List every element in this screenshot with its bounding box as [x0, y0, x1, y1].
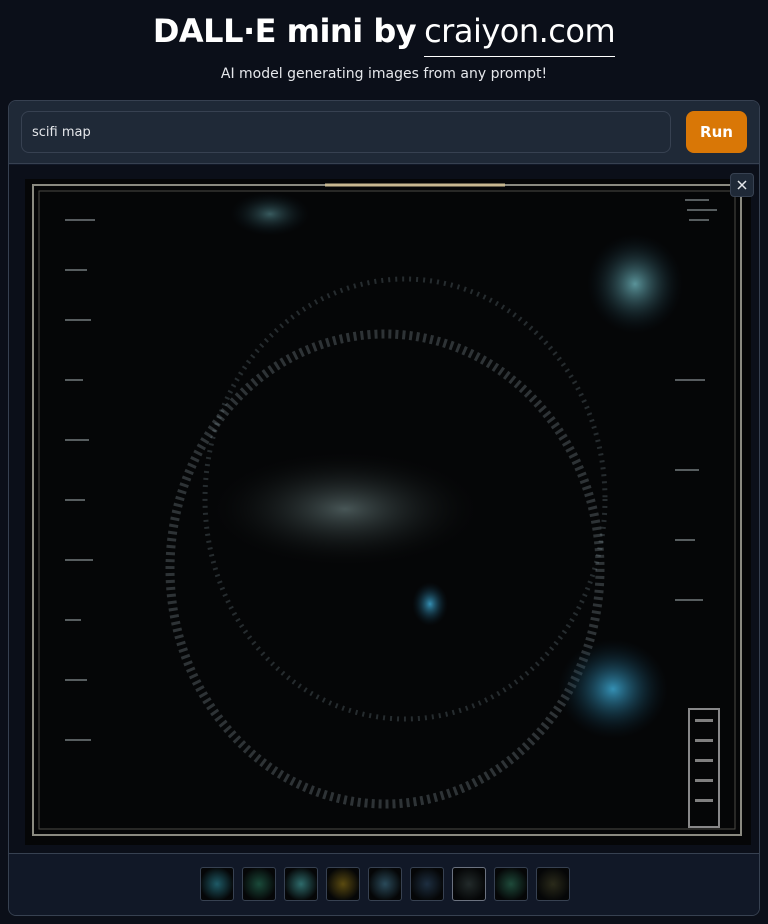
generated-image [25, 179, 751, 845]
gallery-thumbnail[interactable] [494, 867, 528, 901]
gallery-thumbnail[interactable] [368, 867, 402, 901]
generator-panel: Run [8, 100, 760, 916]
app-title: DALL·E mini by craiyon.com [0, 12, 768, 57]
prompt-row: Run [9, 101, 759, 164]
gallery-thumbnail[interactable] [200, 867, 234, 901]
craiyon-link[interactable]: craiyon.com [424, 12, 616, 57]
prompt-input[interactable] [21, 111, 671, 153]
image-gallery [9, 165, 759, 853]
close-icon [737, 180, 747, 190]
gallery-thumbnail[interactable] [536, 867, 570, 901]
close-gallery-button[interactable] [730, 173, 754, 197]
gallery-thumbnail[interactable] [410, 867, 444, 901]
gallery-thumbnail[interactable] [284, 867, 318, 901]
app-subtitle: AI model generating images from any prom… [220, 66, 548, 82]
app-title-text: DALL·E mini by [152, 12, 417, 50]
thumbnail-strip [9, 853, 759, 915]
gallery-thumbnail[interactable] [242, 867, 276, 901]
gallery-thumbnail[interactable] [326, 867, 360, 901]
run-button[interactable]: Run [686, 111, 747, 153]
gallery-thumbnail[interactable] [452, 867, 486, 901]
